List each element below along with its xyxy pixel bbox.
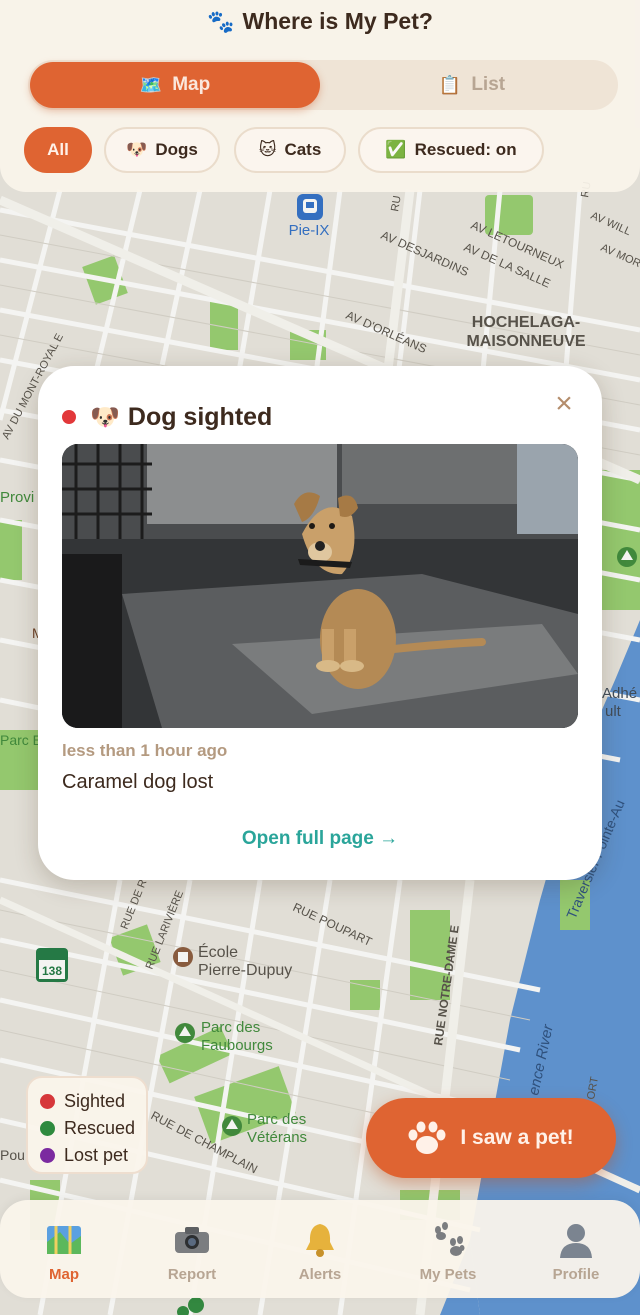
paw-icon: [384, 1220, 512, 1260]
popup-title: Dog sighted: [127, 402, 273, 431]
close-icon[interactable]: ×: [550, 389, 578, 419]
legend-item-sighted: Sighted: [40, 1088, 146, 1115]
map-view-button[interactable]: 🗺️ Map: [30, 62, 320, 108]
open-full-page-link[interactable]: Open full page →: [38, 828, 602, 850]
app-title: 🐾 Where is My Pet?: [207, 8, 433, 34]
popup-header: 🐶 Dog sighted: [62, 402, 272, 432]
nav-my-pets[interactable]: My Pets: [384, 1220, 512, 1283]
nav-profile[interactable]: Profile: [512, 1220, 640, 1283]
nav-alerts[interactable]: Alerts: [256, 1220, 384, 1283]
view-toggle: 🗺️ Map 📋 List: [28, 60, 618, 110]
nav-my-pets-label: My Pets: [419, 1266, 477, 1283]
filter-cats-chip[interactable]: 🐱 Cats: [234, 127, 346, 173]
sighted-dot: [40, 1094, 55, 1109]
person-icon: [512, 1220, 640, 1260]
sighting-description: Caramel dog lost: [62, 771, 214, 793]
rescued-dot: [40, 1121, 55, 1136]
map-legend: Sighted Rescued Lost pet: [26, 1076, 148, 1174]
dog-face-icon: 🐶: [126, 140, 148, 159]
sighting-popup: 🐶 Dog sighted × less than 1 hour ago Car…: [38, 366, 602, 880]
nav-report-label: Report: [167, 1266, 217, 1283]
paw-icon: 🐾: [207, 9, 235, 34]
map-icon: [0, 1220, 128, 1260]
check-mark-icon: ✅: [385, 140, 407, 159]
clipboard-icon: 📋: [438, 74, 462, 95]
lost-pet-dot: [40, 1148, 55, 1163]
status-dot: [62, 410, 76, 424]
camera-icon: [128, 1220, 256, 1260]
nav-map-label: Map: [49, 1266, 79, 1283]
paw-print-icon: [408, 1121, 446, 1154]
filter-dogs-chip[interactable]: 🐶 Dogs: [104, 127, 220, 173]
app-header: 🐾 Where is My Pet? 🗺️ Map 📋 List All 🐶 Dogs …: [0, 0, 640, 192]
bell-icon: [256, 1220, 384, 1260]
nav-profile-label: Profile: [552, 1266, 600, 1283]
nav-map[interactable]: Map: [0, 1220, 128, 1283]
map-icon: 🗺️: [139, 74, 163, 95]
sighting-time: less than 1 hour ago: [62, 741, 228, 760]
i-saw-a-pet-button[interactable]: I saw a pet!: [366, 1098, 616, 1178]
dog-face-icon: 🐶: [90, 403, 120, 431]
bottom-nav: Map Report Alerts My Pets Profile: [0, 1200, 640, 1298]
nav-alerts-label: Alerts: [298, 1266, 342, 1283]
cat-face-icon: 🐱: [258, 140, 277, 159]
nav-report[interactable]: Report: [128, 1220, 256, 1283]
pet-photo[interactable]: [62, 444, 578, 728]
legend-item-rescued: Rescued: [40, 1115, 146, 1142]
legend-item-lost: Lost pet: [40, 1142, 146, 1169]
filter-rescued-chip[interactable]: ✅ Rescued: on: [358, 127, 544, 173]
filter-all-chip[interactable]: All: [24, 127, 92, 173]
list-view-button[interactable]: 📋 List: [328, 62, 616, 108]
